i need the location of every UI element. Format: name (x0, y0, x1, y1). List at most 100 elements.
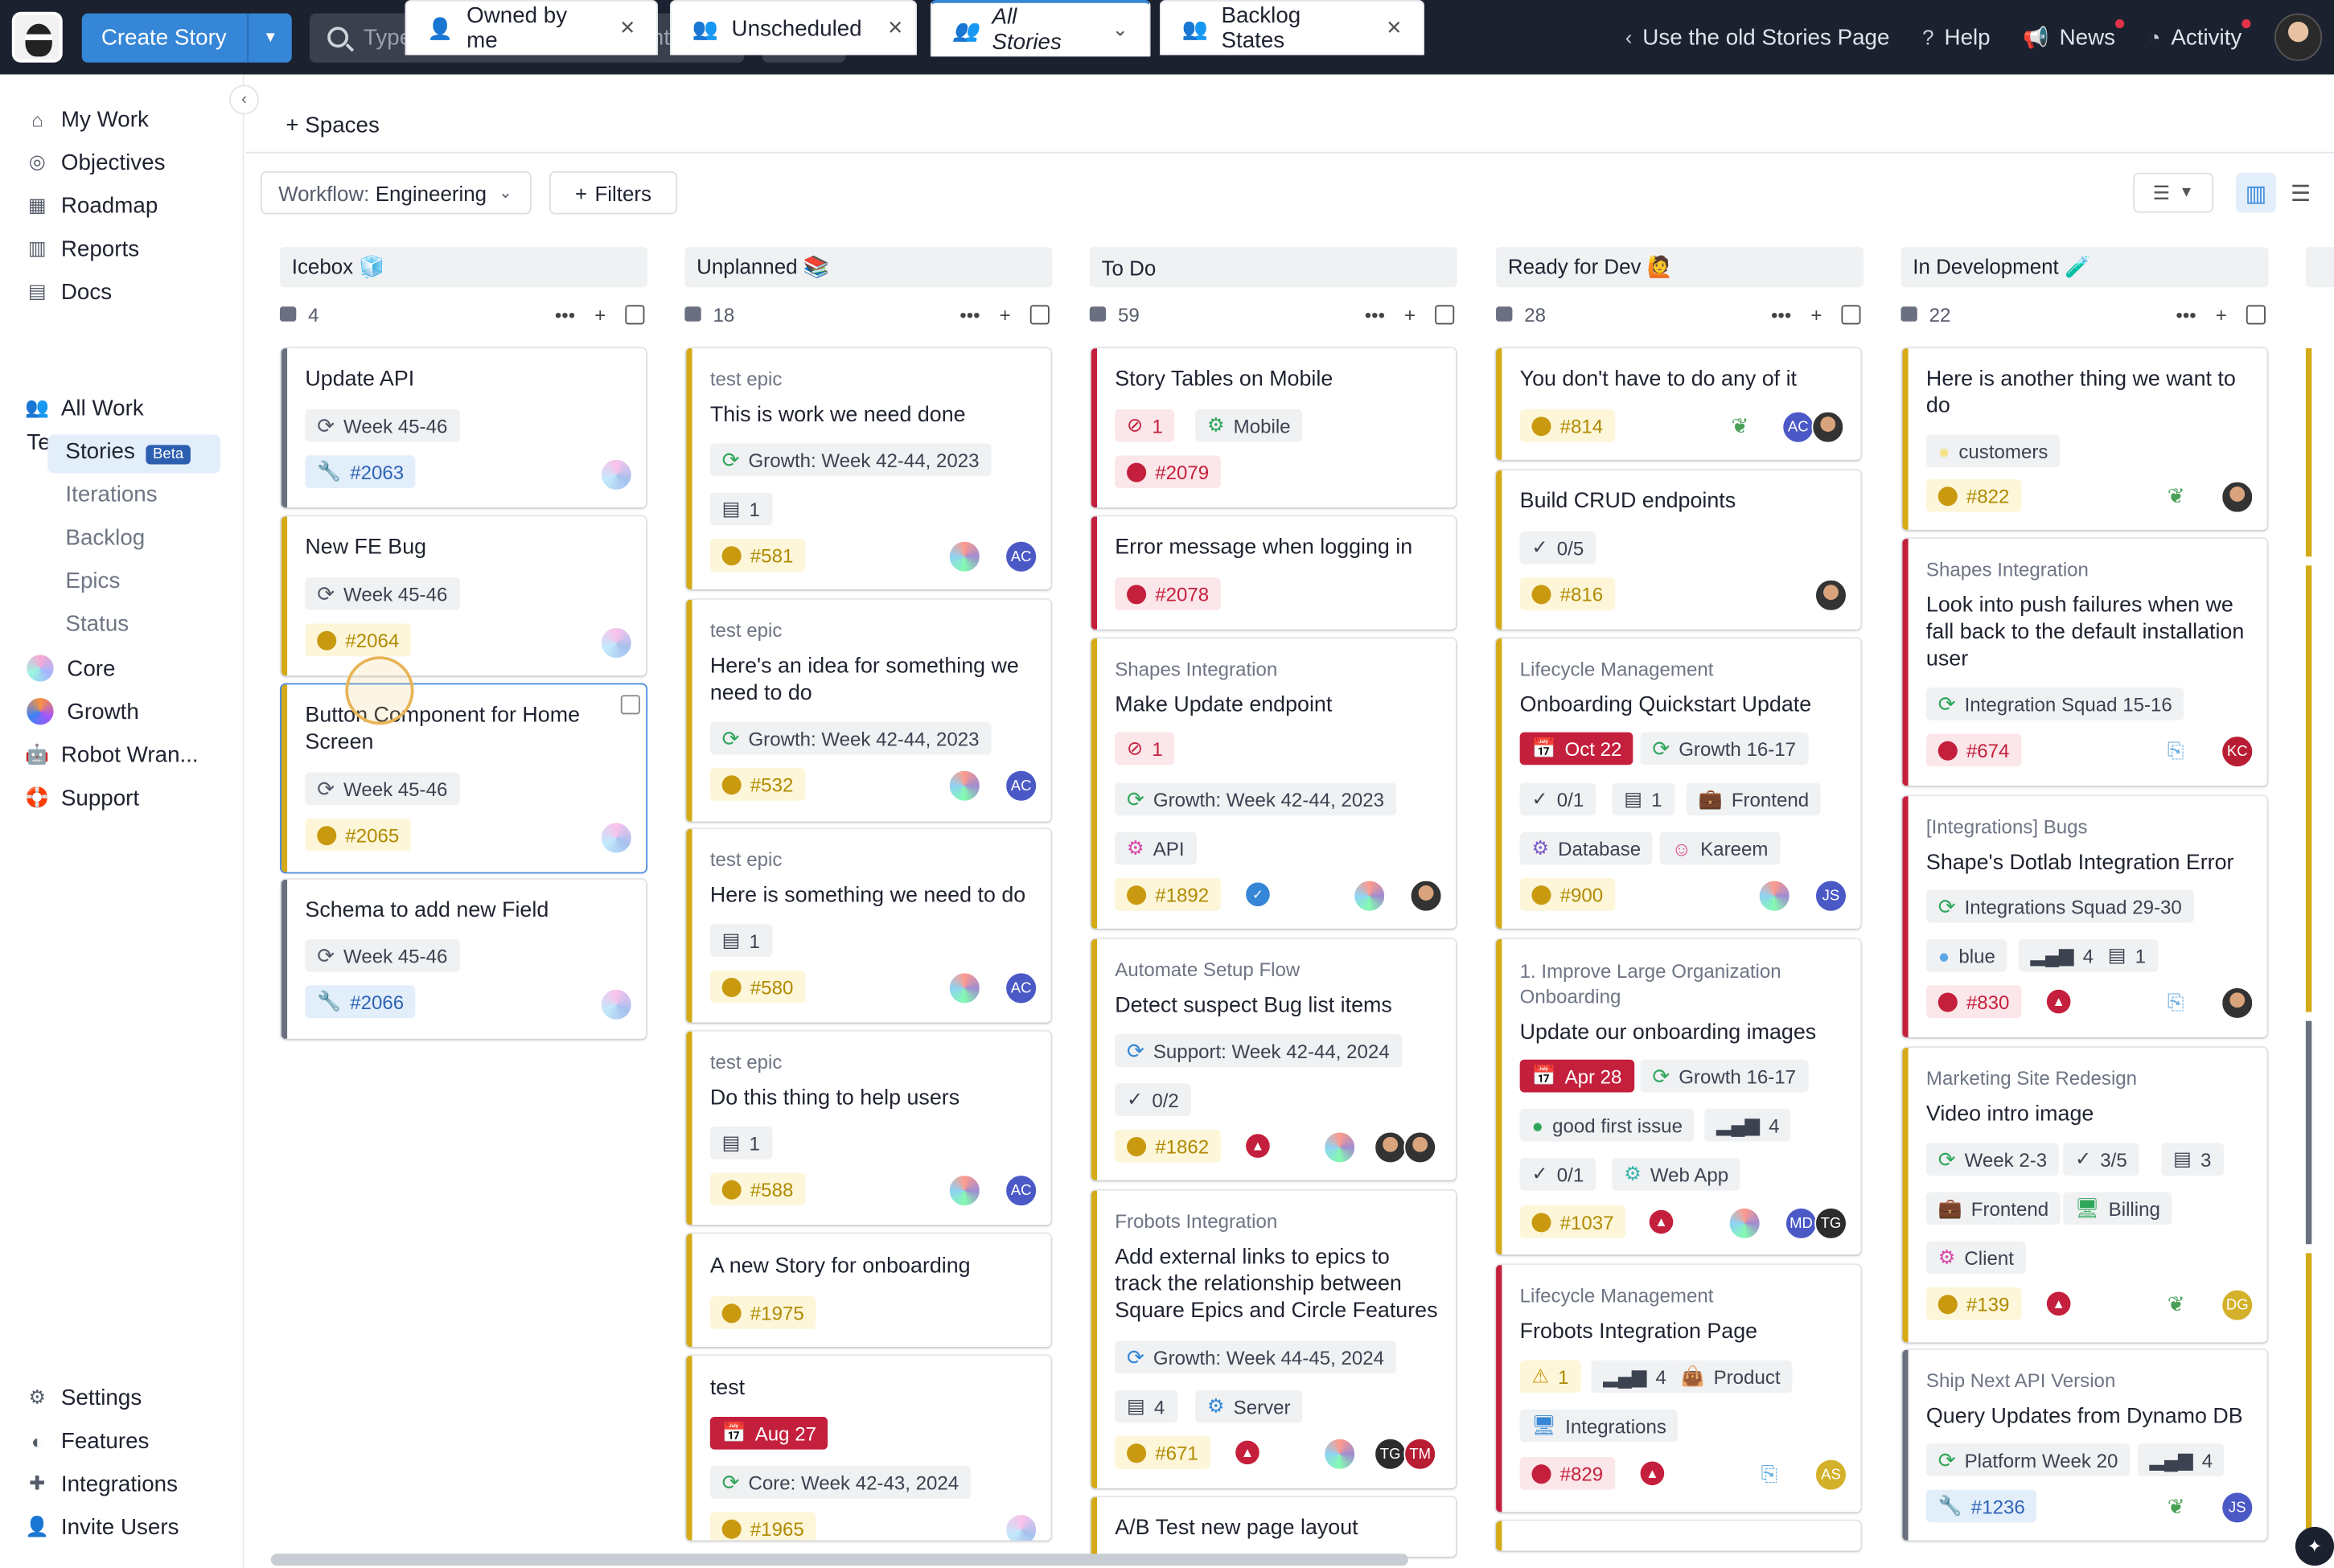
iteration-pill[interactable]: Integrations Squad 29-30 (1925, 889, 2194, 923)
label-pill[interactable]: ● good first issue (1519, 1108, 1695, 1142)
story-card[interactable]: Marketing Site Redesign Video intro imag… (1902, 1047, 2267, 1343)
story-id-pill[interactable]: #580 (709, 970, 806, 1004)
story-card[interactable]: Ship Next API Version Query Updates from… (1902, 1349, 2267, 1541)
tab-owned-by-me[interactable]: 👤 Owned by me ✕ (405, 0, 659, 55)
add-story-icon[interactable]: + (1000, 303, 1011, 326)
story-card[interactable]: Here is another thing we want to do ● cus… (1902, 348, 2267, 530)
sidebar-item-reports[interactable]: ▥ Reports (27, 232, 139, 265)
story-card[interactable]: Story Tables on Mobile ⊘ 1 ⚙ Mobile #2079 (1091, 348, 1457, 508)
avatar[interactable] (1403, 1131, 1437, 1164)
avatar[interactable]: JS (2221, 1491, 2254, 1525)
sidebar-item-features[interactable]: ◐ Features (27, 1424, 149, 1457)
docs-pill[interactable]: ▤ 1 (1612, 782, 1674, 816)
select-story-checkbox[interactable] (620, 695, 640, 715)
avatar[interactable]: TM (1403, 1437, 1437, 1471)
select-column-checkbox[interactable] (625, 304, 645, 324)
tab-all-stories[interactable]: 👥 All Stories ⌄ (930, 0, 1151, 57)
story-id-pill[interactable]: 🔧 #2066 (305, 985, 417, 1018)
story-card[interactable]: Lifecycle Management Frobots Integration… (1496, 1265, 1861, 1513)
story-card[interactable]: New FE Bug Week 45-46 #2064 (281, 516, 647, 676)
docs-pill[interactable]: ▤ 1 (709, 492, 772, 526)
add-story-icon[interactable]: + (1810, 303, 1822, 326)
sidebar-team-core[interactable]: Core (27, 652, 115, 685)
story-id-pill[interactable]: 🔧 #2063 (305, 455, 417, 489)
avatar[interactable]: DG (2221, 1288, 2254, 1322)
label-pill[interactable]: ⚙ Web App (1612, 1157, 1740, 1191)
add-story-icon[interactable]: + (594, 303, 606, 326)
view-settings-button[interactable]: ☰ ▼ (2133, 172, 2214, 213)
avatar[interactable]: AC (1005, 540, 1038, 573)
story-id-pill[interactable]: #2078 (1115, 577, 1221, 610)
avatar[interactable] (947, 1174, 981, 1207)
story-card[interactable]: Button Component for Home Screen Week 45… (281, 684, 647, 872)
horizontal-scrollbar[interactable] (270, 1554, 1408, 1566)
story-id-pill[interactable]: #588 (709, 1172, 806, 1206)
tasks-pill[interactable]: ✓ 3/5 (2063, 1143, 2139, 1176)
iteration-pill[interactable]: Week 45-46 (305, 408, 460, 442)
story-card[interactable]: [Integrations] Bugs Shape's Dotlab Integ… (1902, 796, 2267, 1038)
sidebar-item-objectives[interactable]: ◎ Objectives (27, 146, 166, 179)
story-card[interactable]: Update API Week 45-46 🔧 #2063 (281, 348, 647, 508)
sidebar-item-roadmap[interactable]: ▦ Roadmap (27, 189, 158, 222)
chevron-down-icon[interactable]: ⌄ (1112, 18, 1128, 42)
tasks-pill[interactable]: ✓ 0/1 (1519, 782, 1596, 816)
avatar[interactable] (2221, 480, 2254, 514)
iteration-pill[interactable]: Growth: Week 44-45, 2024 (1115, 1340, 1396, 1374)
avatar[interactable]: AC (1005, 971, 1038, 1005)
docs-pill[interactable]: ▤ 4 (1115, 1389, 1177, 1423)
tab-unscheduled[interactable]: 👥 Unscheduled ✕ (669, 0, 918, 55)
create-story-button[interactable]: Create Story ▼ (81, 12, 293, 62)
story-card[interactable]: 1. Improve Large Organization Onboarding… (1496, 938, 1861, 1255)
estimate-pill[interactable]: ▂▄▆ 4 (1704, 1108, 1792, 1142)
story-card[interactable]: test epic This is work we need done Grow… (686, 348, 1051, 589)
user-avatar[interactable] (2274, 13, 2323, 61)
avatar[interactable] (1323, 1437, 1357, 1471)
avatar[interactable] (1811, 410, 1845, 444)
label-pill[interactable]: ☺ Kareem (1659, 831, 1781, 865)
story-id-pill[interactable]: #2065 (305, 818, 412, 852)
story-card[interactable]: test epic Here is something we need to d… (686, 828, 1051, 1023)
tasks-pill[interactable]: ✓ 0/2 (1115, 1083, 1191, 1117)
iteration-pill[interactable]: Growth: Week 42-44, 2023 (709, 721, 992, 755)
blocked-pill[interactable]: ⊘ 1 (1115, 408, 1175, 442)
avatar[interactable] (599, 821, 633, 855)
avatar[interactable]: AC (1005, 769, 1038, 802)
tasks-pill[interactable]: ✓ 0/5 (1519, 531, 1596, 564)
avatar[interactable]: TG (1814, 1206, 1847, 1240)
create-story-dropdown-icon[interactable]: ▼ (247, 12, 293, 62)
story-id-pill[interactable]: #1892 (1115, 877, 1221, 911)
collapse-sidebar-icon[interactable]: ‹ (229, 84, 260, 115)
avatar[interactable] (1814, 578, 1847, 612)
avatar[interactable]: KC (2221, 735, 2254, 769)
sidebar-item-epics[interactable]: Epics (65, 569, 120, 593)
avatar[interactable] (947, 971, 981, 1005)
story-id-pill[interactable]: #816 (1519, 577, 1615, 610)
label-pill[interactable]: ⚙ Mobile (1195, 408, 1303, 442)
story-card[interactable]: You don't have to do any of it #814 ❦ AC (1496, 348, 1861, 460)
estimate-pill[interactable]: ▂▄▆ 4 (2018, 938, 2106, 972)
story-id-pill[interactable]: #2079 (1115, 455, 1221, 489)
label-pill[interactable]: ⚙ Client (1925, 1241, 2026, 1275)
sidebar-item-invite-users[interactable]: 👤 Invite Users (25, 1511, 179, 1544)
sidebar-team-support[interactable]: 🛟 Support (25, 782, 139, 815)
docs-pill[interactable]: ▤ 1 (709, 1127, 772, 1160)
story-id-pill[interactable]: #2064 (305, 623, 412, 657)
story-card[interactable]: Shapes Integration Look into push failur… (1902, 538, 2267, 786)
story-id-pill[interactable]: #814 (1519, 408, 1615, 442)
story-id-pill[interactable]: #139 (1925, 1287, 2022, 1320)
story-id-pill[interactable]: #1965 (709, 1512, 816, 1541)
iteration-pill[interactable]: Core: Week 42-43, 2024 (709, 1466, 971, 1499)
avatar[interactable] (599, 626, 633, 659)
sidebar-item-integrations[interactable]: ✚ Integrations (27, 1467, 178, 1500)
story-card[interactable]: Frobots Integration Add external links t… (1091, 1190, 1457, 1488)
avatar[interactable] (1005, 1513, 1038, 1541)
close-tab-icon[interactable]: ✕ (887, 16, 903, 40)
story-id-pill[interactable]: #830 (1925, 985, 2022, 1018)
story-card[interactable] (2305, 565, 2334, 1012)
label-pill[interactable]: ● blue (1925, 938, 2007, 972)
table-view-button[interactable]: ☰ (2280, 173, 2320, 213)
avatar[interactable] (599, 458, 633, 491)
add-space-button[interactable]: + Spaces (286, 113, 380, 138)
select-column-checkbox[interactable] (2246, 304, 2266, 324)
story-card[interactable] (2305, 1253, 2334, 1537)
